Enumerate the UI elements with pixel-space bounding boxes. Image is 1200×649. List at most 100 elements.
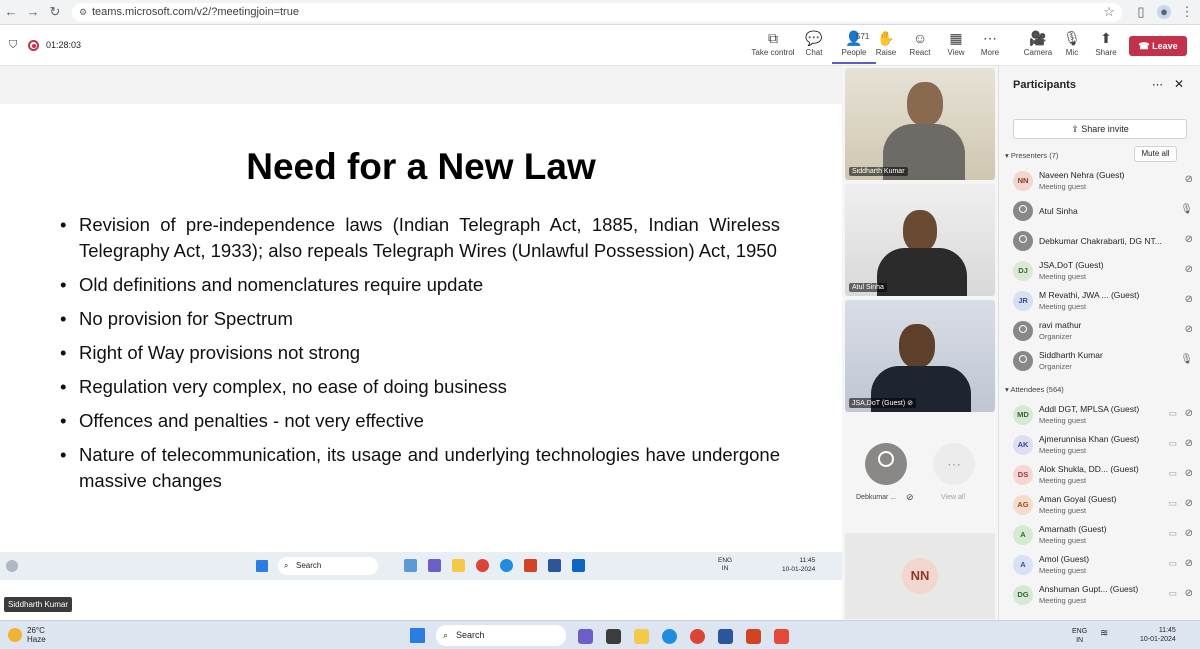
attendees-header[interactable]: ▾ Attendees (564) [1005, 385, 1064, 394]
mic-off-icon[interactable]: ⊘ [1185, 588, 1193, 599]
avatar[interactable] [865, 443, 907, 485]
video-tile[interactable]: Siddharth Kumar [845, 68, 995, 180]
video-tile[interactable]: Atul Sinha [845, 184, 995, 296]
video-name-text: JSA,DoT (Guest) [852, 400, 906, 407]
panel-title: Participants [1013, 79, 1076, 91]
avatar: AK [1013, 435, 1033, 455]
close-icon[interactable]: ✕ [1174, 77, 1184, 91]
participant-name: Siddharth Kumar [1039, 350, 1103, 360]
os-time: 11:45 [1158, 627, 1176, 634]
chrome-app-icon[interactable] [690, 629, 705, 644]
more-options-icon[interactable]: ⋯ [1152, 78, 1163, 91]
edge-app-icon[interactable] [662, 629, 677, 644]
mic-off-icon[interactable]: ⊘ [1185, 294, 1193, 305]
shared-clock: 11:45 10-01-2024 [782, 556, 815, 574]
mic-off-icon[interactable]: ⊘ [1185, 408, 1193, 419]
toolbar-more-button[interactable]: ⋯ More [968, 28, 1012, 64]
os-clock[interactable]: 11:45 10-01-2024 [1140, 626, 1176, 644]
person-icon [878, 451, 894, 467]
participant-row[interactable]: Debkumar Chakrabarti, DG NT... ⊘ [1013, 228, 1193, 256]
sidebar-icon[interactable]: ▯ [1134, 5, 1148, 19]
shared-lang-code: ENG [718, 557, 733, 564]
video-tile[interactable]: NN [845, 533, 995, 619]
participant-row[interactable]: A Amarnath (Guest) Meeting guest ▭ ⊘ [1013, 522, 1193, 550]
toolbar-share-button[interactable]: ⬆ Share [1084, 28, 1128, 64]
participant-row[interactable]: DG Anshuman Gupt... (Guest) Meeting guest ▭… [1013, 582, 1193, 610]
word-app-icon[interactable] [718, 629, 733, 644]
mic-off-icon[interactable]: ⊘ [1185, 468, 1193, 479]
avatar [1013, 201, 1033, 221]
bookmark-star-icon[interactable]: ☆ [1102, 5, 1116, 19]
participant-row[interactable]: JR M Revathi, JWA ... (Guest) Meeting gues… [1013, 288, 1193, 316]
participant-row[interactable]: Atul Sinha 🎙 [1013, 198, 1193, 226]
participant-name: Debkumar Chakrabarti, DG NT... [1039, 236, 1162, 246]
address-bar[interactable]: ⚙ teams.microsoft.com/v2/?meetingjoin=tr… [72, 3, 1122, 22]
browser-toolbar: ← → ↻ ⚙ teams.microsoft.com/v2/?meetingj… [0, 0, 1200, 25]
participant-row[interactable]: ravi mathur Organizer ⊘ [1013, 318, 1193, 346]
leave-label: Leave [1152, 41, 1178, 51]
reload-icon[interactable]: ↻ [48, 5, 62, 19]
mic-icon[interactable]: 🎙 [1180, 204, 1193, 215]
teams-app-icon[interactable] [578, 629, 593, 644]
mic-off-icon[interactable]: ⊘ [1185, 528, 1193, 539]
person-body [877, 248, 967, 296]
weather-widget[interactable]: 26°C Haze [27, 626, 46, 644]
toolbar-label: More [980, 48, 1000, 57]
person-icon [1019, 205, 1027, 213]
participant-row[interactable]: NN Naveen Nehra (Guest) Meeting guest ⊘ [1013, 168, 1193, 196]
avatar: A [1013, 555, 1033, 575]
shared-taskbar: ⌕ Search ENG IN 11:45 10-01-2024 [0, 552, 842, 580]
person-head [903, 210, 937, 252]
os-lang[interactable]: ENG IN [1072, 627, 1087, 645]
folder-app-icon[interactable] [634, 629, 649, 644]
os-search-box[interactable]: ⌕ Search [436, 625, 566, 646]
edge-app-icon [500, 559, 513, 572]
leave-button[interactable]: ☎ Leave [1129, 36, 1187, 56]
view-all-button[interactable]: ⋯ [933, 443, 975, 485]
mic-icon[interactable]: 🎙 [1180, 354, 1193, 365]
forward-icon[interactable]: → [26, 5, 40, 19]
wifi-icon[interactable]: ≋ [1100, 628, 1108, 639]
mic-off-icon[interactable]: ⊘ [1185, 324, 1193, 335]
share-invite-label: Share invite [1081, 124, 1129, 134]
mic-off-icon[interactable]: ⊘ [1185, 438, 1193, 449]
snipping-tool-icon[interactable] [774, 629, 789, 644]
mic-off-icon[interactable]: ⊘ [1185, 174, 1193, 185]
shared-date: 10-01-2024 [782, 566, 816, 573]
participant-role: Meeting guest [1039, 596, 1087, 605]
participant-row[interactable]: MD Addl DGT, MPLSA (Guest) Meeting guest ▭ ⊘ [1013, 402, 1193, 430]
toolbar-label: Share [1095, 48, 1117, 57]
share-invite-button[interactable]: ⇪ Share invite [1013, 119, 1187, 139]
video-tile[interactable]: JSA,DoT (Guest) ⊘ [845, 300, 995, 412]
mic-off-icon[interactable]: ⊘ [1185, 558, 1193, 569]
person-icon [1019, 355, 1027, 363]
slide-bullets: Revision of pre-independence laws (India… [60, 212, 780, 502]
profile-icon[interactable]: ● [1157, 5, 1171, 19]
participant-name: ravi mathur [1039, 320, 1082, 330]
shared-time: 11:45 [799, 557, 816, 564]
site-info-icon[interactable]: ⚙ [79, 3, 87, 22]
presenters-header[interactable]: ▾ Presenters (7) [1005, 151, 1058, 160]
participant-row[interactable]: Siddharth Kumar Organizer 🎙 [1013, 348, 1193, 376]
toolbar-chat-button[interactable]: 💬 Chat [792, 28, 836, 64]
windows-start-icon [256, 560, 268, 572]
participant-row[interactable]: DS Alok Shukla, DD... (Guest) Meeting gues… [1013, 462, 1193, 490]
participant-name: Atul Sinha [1039, 206, 1078, 216]
mic-off-icon[interactable]: ⊘ [1185, 264, 1193, 275]
browser-menu-icon[interactable]: ⋮ [1180, 5, 1194, 19]
task-view-icon[interactable] [606, 629, 621, 644]
avatar [1013, 351, 1033, 371]
toolbar-take-control-button[interactable]: ⧉ Take control [751, 28, 795, 64]
mic-off-icon[interactable]: ⊘ [1185, 498, 1193, 509]
participant-row[interactable]: AK Ajmerunnisa Khan (Guest) Meeting guest ▭… [1013, 432, 1193, 460]
participant-row[interactable]: A Amol (Guest) Meeting guest ▭ ⊘ [1013, 552, 1193, 580]
participant-row[interactable]: DJ JSA,DoT (Guest) Meeting guest ⊘ [1013, 258, 1193, 286]
windows-start-icon[interactable] [410, 628, 425, 643]
participant-row[interactable]: AG Aman Goyal (Guest) Meeting guest ▭ ⊘ [1013, 492, 1193, 520]
mic-off-icon[interactable]: ⊘ [1185, 234, 1193, 245]
powerpoint-app-icon[interactable] [746, 629, 761, 644]
participant-name: Anshuman Gupt... (Guest) [1039, 584, 1139, 594]
back-icon[interactable]: ← [4, 5, 18, 19]
person-head [907, 82, 943, 126]
mute-all-button[interactable]: Mute all [1134, 146, 1177, 162]
